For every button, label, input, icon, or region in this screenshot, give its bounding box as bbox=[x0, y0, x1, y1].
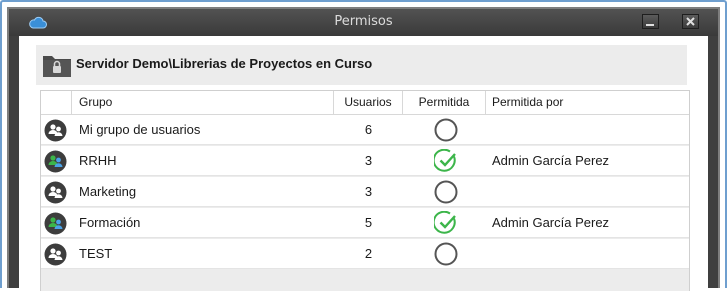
minimize-button[interactable] bbox=[642, 14, 659, 29]
table-row[interactable]: TEST 2 bbox=[41, 239, 689, 269]
group-icon bbox=[44, 119, 67, 142]
group-icon-active bbox=[44, 150, 67, 173]
table-row[interactable]: RRHH 3 Admin García Perez bbox=[41, 146, 689, 176]
table-row[interactable]: Marketing 3 bbox=[41, 177, 689, 207]
group-name: Formación bbox=[79, 215, 141, 230]
path-label: Servidor Demo\Librerias de Proyectos en … bbox=[76, 56, 373, 71]
group-name: Mi grupo de usuarios bbox=[79, 122, 201, 137]
permissions-dialog: Permisos Servidor Demo\Librerias de Proy… bbox=[7, 7, 720, 291]
allowed-by: Admin García Perez bbox=[492, 215, 610, 230]
header-permitida-por[interactable]: Permitida por bbox=[486, 91, 689, 114]
group-name: RRHH bbox=[79, 153, 117, 168]
header-icon-column bbox=[41, 91, 72, 114]
group-name: TEST bbox=[79, 246, 113, 261]
user-count: 3 bbox=[364, 153, 373, 168]
minimize-icon bbox=[646, 24, 654, 26]
header-grupo[interactable]: Grupo bbox=[72, 91, 334, 114]
close-button[interactable] bbox=[682, 14, 699, 29]
unchecked-circle-icon[interactable] bbox=[434, 242, 458, 266]
dialog-content: Servidor Demo\Librerias de Proyectos en … bbox=[19, 36, 708, 291]
checked-circle-icon[interactable] bbox=[434, 149, 458, 173]
group-name: Marketing bbox=[79, 184, 137, 199]
locked-folder-icon bbox=[43, 56, 71, 77]
user-count: 5 bbox=[364, 215, 373, 230]
table-row[interactable]: Formación 5 Admin García Perez bbox=[41, 208, 689, 238]
group-icon bbox=[44, 181, 67, 204]
user-count: 6 bbox=[364, 122, 373, 137]
permissions-grid: Grupo Usuarios Permitida Permitida por M… bbox=[40, 90, 690, 291]
group-icon-active bbox=[44, 212, 67, 235]
outer-window-frame: Permisos Servidor Demo\Librerias de Proy… bbox=[0, 0, 727, 291]
checked-circle-icon[interactable] bbox=[434, 211, 458, 235]
unchecked-circle-icon[interactable] bbox=[434, 180, 458, 204]
window-title: Permisos bbox=[334, 14, 393, 29]
close-icon bbox=[686, 17, 695, 26]
allowed-by: Admin García Perez bbox=[492, 153, 610, 168]
header-usuarios[interactable]: Usuarios bbox=[334, 91, 403, 114]
header-permitida[interactable]: Permitida bbox=[403, 91, 486, 114]
user-count: 2 bbox=[364, 246, 373, 261]
path-header: Servidor Demo\Librerias de Proyectos en … bbox=[36, 45, 687, 85]
table-row[interactable]: Mi grupo de usuarios 6 bbox=[41, 115, 689, 145]
user-count: 3 bbox=[364, 184, 373, 199]
grid-header: Grupo Usuarios Permitida Permitida por bbox=[41, 91, 689, 115]
unchecked-circle-icon[interactable] bbox=[434, 118, 458, 142]
group-icon bbox=[44, 243, 67, 266]
title-bar[interactable]: Permisos bbox=[9, 9, 718, 36]
